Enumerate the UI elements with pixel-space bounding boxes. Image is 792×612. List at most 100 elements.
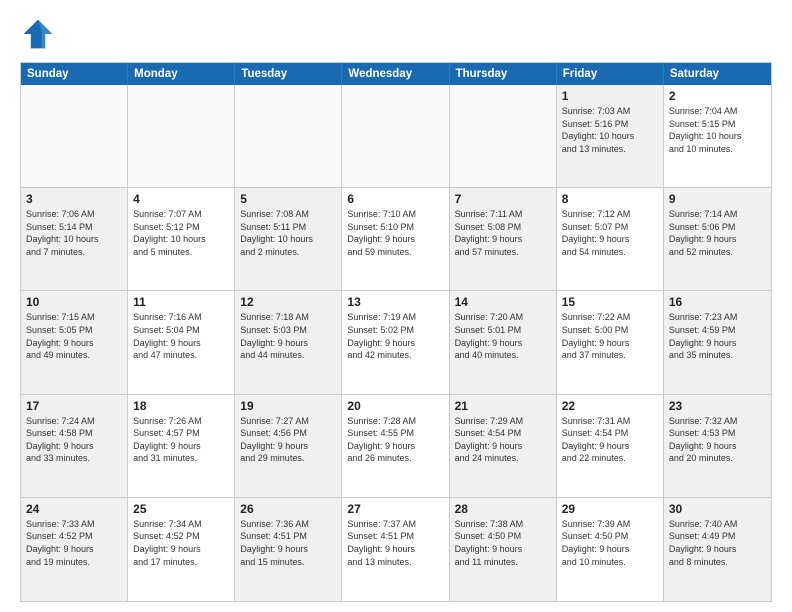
cal-cell: [128, 85, 235, 187]
logo: [20, 16, 60, 52]
header-day-tuesday: Tuesday: [235, 63, 342, 85]
cal-cell: 8Sunrise: 7:12 AM Sunset: 5:07 PM Daylig…: [557, 188, 664, 290]
week-row-2: 3Sunrise: 7:06 AM Sunset: 5:14 PM Daylig…: [21, 188, 771, 291]
calendar: SundayMondayTuesdayWednesdayThursdayFrid…: [20, 62, 772, 602]
cal-cell: 23 Sunrise: 7:32 AM Sunset: 4:53 PM Dayli…: [664, 395, 771, 497]
day-info: Sunrise: 7:32 AM Sunset: 4:53 PM Dayligh…: [669, 415, 766, 465]
day-info: Sunrise: 7:22 AM Sunset: 5:00 PM Dayligh…: [562, 311, 658, 361]
day-number: 19: [240, 399, 336, 413]
header-day-thursday: Thursday: [450, 63, 557, 85]
page: SundayMondayTuesdayWednesdayThursdayFrid…: [0, 0, 792, 612]
header-day-saturday: Saturday: [664, 63, 771, 85]
day-number: 24: [26, 502, 122, 516]
cal-cell: 30 Sunrise: 7:40 AM Sunset: 4:49 PM Dayli…: [664, 498, 771, 601]
day-number: 12: [240, 295, 336, 309]
week-row-3: 10 Sunrise: 7:15 AM Sunset: 5:05 PM Dayli…: [21, 291, 771, 394]
day-number: 4: [133, 192, 229, 206]
day-info: Sunrise: 7:07 AM Sunset: 5:12 PM Dayligh…: [133, 208, 229, 258]
cal-cell: 22 Sunrise: 7:31 AM Sunset: 4:54 PM Dayli…: [557, 395, 664, 497]
day-info: Sunrise: 7:03 AM Sunset: 5:16 PM Dayligh…: [562, 105, 658, 155]
day-number: 14: [455, 295, 551, 309]
cal-cell: 20 Sunrise: 7:28 AM Sunset: 4:55 PM Dayli…: [342, 395, 449, 497]
cal-cell: 21 Sunrise: 7:29 AM Sunset: 4:54 PM Dayli…: [450, 395, 557, 497]
cal-cell: [450, 85, 557, 187]
cal-cell: 16 Sunrise: 7:23 AM Sunset: 4:59 PM Dayli…: [664, 291, 771, 393]
day-number: 17: [26, 399, 122, 413]
cal-cell: 14 Sunrise: 7:20 AM Sunset: 5:01 PM Dayli…: [450, 291, 557, 393]
cal-cell: 19Sunrise: 7:27 AM Sunset: 4:56 PM Dayli…: [235, 395, 342, 497]
day-info: Sunrise: 7:37 AM Sunset: 4:51 PM Dayligh…: [347, 518, 443, 568]
day-number: 10: [26, 295, 122, 309]
day-info: Sunrise: 7:19 AM Sunset: 5:02 PM Dayligh…: [347, 311, 443, 361]
cal-cell: 29 Sunrise: 7:39 AM Sunset: 4:50 PM Dayli…: [557, 498, 664, 601]
cal-cell: 6 Sunrise: 7:10 AM Sunset: 5:10 PM Daylig…: [342, 188, 449, 290]
day-number: 13: [347, 295, 443, 309]
day-number: 30: [669, 502, 766, 516]
cal-cell: 11 Sunrise: 7:16 AM Sunset: 5:04 PM Dayli…: [128, 291, 235, 393]
day-info: Sunrise: 7:33 AM Sunset: 4:52 PM Dayligh…: [26, 518, 122, 568]
day-info: Sunrise: 7:23 AM Sunset: 4:59 PM Dayligh…: [669, 311, 766, 361]
day-info: Sunrise: 7:08 AM Sunset: 5:11 PM Dayligh…: [240, 208, 336, 258]
day-number: 6: [347, 192, 443, 206]
day-number: 15: [562, 295, 658, 309]
day-number: 8: [562, 192, 658, 206]
cal-cell: 25Sunrise: 7:34 AM Sunset: 4:52 PM Dayli…: [128, 498, 235, 601]
cal-cell: 26 Sunrise: 7:36 AM Sunset: 4:51 PM Dayli…: [235, 498, 342, 601]
cal-cell: 12 Sunrise: 7:18 AM Sunset: 5:03 PM Dayli…: [235, 291, 342, 393]
cal-cell: [342, 85, 449, 187]
day-number: 22: [562, 399, 658, 413]
day-number: 27: [347, 502, 443, 516]
cal-cell: 27 Sunrise: 7:37 AM Sunset: 4:51 PM Dayli…: [342, 498, 449, 601]
day-info: Sunrise: 7:28 AM Sunset: 4:55 PM Dayligh…: [347, 415, 443, 465]
day-number: 23: [669, 399, 766, 413]
header: [20, 16, 772, 52]
day-number: 28: [455, 502, 551, 516]
day-info: Sunrise: 7:04 AM Sunset: 5:15 PM Dayligh…: [669, 105, 766, 155]
cal-cell: 24 Sunrise: 7:33 AM Sunset: 4:52 PM Dayli…: [21, 498, 128, 601]
header-day-sunday: Sunday: [21, 63, 128, 85]
calendar-body: 1Sunrise: 7:03 AM Sunset: 5:16 PM Daylig…: [21, 85, 771, 601]
day-number: 9: [669, 192, 766, 206]
day-number: 26: [240, 502, 336, 516]
day-info: Sunrise: 7:40 AM Sunset: 4:49 PM Dayligh…: [669, 518, 766, 568]
day-number: 5: [240, 192, 336, 206]
day-info: Sunrise: 7:14 AM Sunset: 5:06 PM Dayligh…: [669, 208, 766, 258]
cal-cell: 18Sunrise: 7:26 AM Sunset: 4:57 PM Dayli…: [128, 395, 235, 497]
day-number: 11: [133, 295, 229, 309]
day-info: Sunrise: 7:06 AM Sunset: 5:14 PM Dayligh…: [26, 208, 122, 258]
day-info: Sunrise: 7:39 AM Sunset: 4:50 PM Dayligh…: [562, 518, 658, 568]
day-info: Sunrise: 7:15 AM Sunset: 5:05 PM Dayligh…: [26, 311, 122, 361]
day-number: 25: [133, 502, 229, 516]
day-info: Sunrise: 7:36 AM Sunset: 4:51 PM Dayligh…: [240, 518, 336, 568]
day-number: 16: [669, 295, 766, 309]
cal-cell: 28Sunrise: 7:38 AM Sunset: 4:50 PM Dayli…: [450, 498, 557, 601]
header-day-wednesday: Wednesday: [342, 63, 449, 85]
cal-cell: 7Sunrise: 7:11 AM Sunset: 5:08 PM Daylig…: [450, 188, 557, 290]
cal-cell: [235, 85, 342, 187]
day-info: Sunrise: 7:29 AM Sunset: 4:54 PM Dayligh…: [455, 415, 551, 465]
logo-icon: [20, 16, 56, 52]
cal-cell: 9 Sunrise: 7:14 AM Sunset: 5:06 PM Daylig…: [664, 188, 771, 290]
cal-cell: 10 Sunrise: 7:15 AM Sunset: 5:05 PM Dayli…: [21, 291, 128, 393]
day-info: Sunrise: 7:31 AM Sunset: 4:54 PM Dayligh…: [562, 415, 658, 465]
day-number: 2: [669, 89, 766, 103]
day-number: 21: [455, 399, 551, 413]
day-info: Sunrise: 7:10 AM Sunset: 5:10 PM Dayligh…: [347, 208, 443, 258]
day-info: Sunrise: 7:18 AM Sunset: 5:03 PM Dayligh…: [240, 311, 336, 361]
header-day-friday: Friday: [557, 63, 664, 85]
week-row-5: 24 Sunrise: 7:33 AM Sunset: 4:52 PM Dayli…: [21, 498, 771, 601]
day-number: 29: [562, 502, 658, 516]
cal-cell: 4 Sunrise: 7:07 AM Sunset: 5:12 PM Daylig…: [128, 188, 235, 290]
cal-cell: 15 Sunrise: 7:22 AM Sunset: 5:00 PM Dayli…: [557, 291, 664, 393]
day-info: Sunrise: 7:16 AM Sunset: 5:04 PM Dayligh…: [133, 311, 229, 361]
day-info: Sunrise: 7:26 AM Sunset: 4:57 PM Dayligh…: [133, 415, 229, 465]
calendar-header: SundayMondayTuesdayWednesdayThursdayFrid…: [21, 63, 771, 85]
week-row-4: 17Sunrise: 7:24 AM Sunset: 4:58 PM Dayli…: [21, 395, 771, 498]
cal-cell: 13 Sunrise: 7:19 AM Sunset: 5:02 PM Dayli…: [342, 291, 449, 393]
day-info: Sunrise: 7:20 AM Sunset: 5:01 PM Dayligh…: [455, 311, 551, 361]
cal-cell: [21, 85, 128, 187]
header-day-monday: Monday: [128, 63, 235, 85]
cal-cell: 17Sunrise: 7:24 AM Sunset: 4:58 PM Dayli…: [21, 395, 128, 497]
day-number: 20: [347, 399, 443, 413]
cal-cell: 1Sunrise: 7:03 AM Sunset: 5:16 PM Daylig…: [557, 85, 664, 187]
